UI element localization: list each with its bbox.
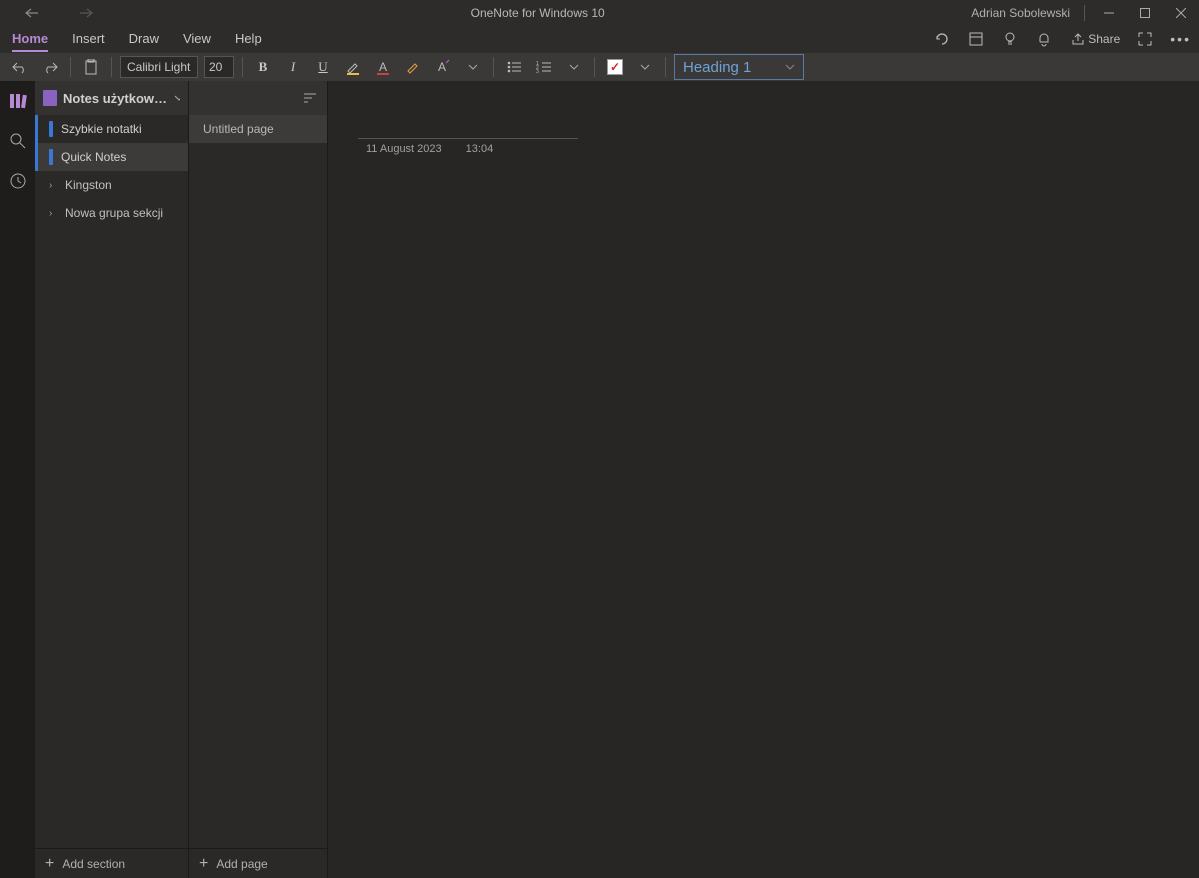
forward-button[interactable]: [68, 0, 104, 25]
minimize-button[interactable]: [1091, 0, 1127, 25]
share-label: Share: [1088, 32, 1120, 46]
app-title: OneNote for Windows 10: [104, 6, 971, 20]
svg-text:A: A: [379, 60, 387, 74]
user-name[interactable]: Adrian Sobolewski: [971, 6, 1078, 20]
recent-rail-icon[interactable]: [6, 169, 30, 193]
sort-pages-icon[interactable]: [303, 92, 317, 104]
back-button[interactable]: [14, 0, 50, 25]
separator: [665, 57, 666, 77]
section-group-label: Nowa grupa sekcji: [65, 206, 163, 220]
page-time: 13:04: [466, 143, 494, 155]
bullet-list-button[interactable]: [502, 55, 526, 79]
notifications-icon[interactable]: [1036, 31, 1052, 47]
section-item[interactable]: Quick Notes: [35, 143, 188, 171]
section-group-label: Kingston: [65, 178, 112, 192]
plus-icon: +: [199, 855, 208, 873]
separator: [70, 57, 71, 77]
lightbulb-icon[interactable]: [1002, 31, 1018, 47]
tab-home[interactable]: Home: [12, 27, 48, 52]
tab-view[interactable]: View: [183, 27, 211, 52]
undo-button[interactable]: [8, 55, 32, 79]
section-group[interactable]: › Kingston: [35, 171, 188, 199]
chevron-right-icon: ›: [49, 208, 57, 219]
add-page-label: Add page: [216, 857, 267, 871]
fullscreen-icon[interactable]: [1138, 32, 1152, 46]
list-dropdown[interactable]: [562, 55, 586, 79]
style-picker-label: Heading 1: [683, 59, 751, 76]
maximize-button[interactable]: [1127, 0, 1163, 25]
tab-help[interactable]: Help: [235, 27, 262, 52]
separator: [111, 57, 112, 77]
separator: [594, 57, 595, 77]
separator: [493, 57, 494, 77]
redo-button[interactable]: [38, 55, 62, 79]
separator: [242, 57, 243, 77]
tab-draw[interactable]: Draw: [129, 27, 159, 52]
page-label: Untitled page: [203, 122, 274, 136]
notebooks-rail-icon[interactable]: [6, 89, 30, 113]
chevron-down-icon: [174, 95, 180, 101]
format-painter-button[interactable]: A: [431, 55, 455, 79]
clear-format-button[interactable]: [401, 55, 425, 79]
svg-text:A: A: [438, 60, 446, 74]
section-color-icon: [49, 149, 53, 165]
page-date: 11 August 2023: [366, 143, 442, 155]
notebook-icon: [43, 90, 57, 106]
divider: [1084, 5, 1085, 21]
section-group[interactable]: › Nowa grupa sekcji: [35, 199, 188, 227]
number-list-button[interactable]: 123: [532, 55, 556, 79]
plus-icon: +: [45, 855, 54, 873]
font-size-input[interactable]: 20: [204, 56, 234, 78]
sync-icon[interactable]: [934, 31, 950, 47]
section-color-icon: [49, 121, 53, 137]
italic-button[interactable]: I: [281, 55, 305, 79]
font-name-input[interactable]: Calibri Light: [120, 56, 198, 78]
more-formatting-dropdown[interactable]: [461, 55, 485, 79]
underline-button[interactable]: U: [311, 55, 335, 79]
highlight-button[interactable]: [341, 55, 365, 79]
share-button[interactable]: Share: [1070, 32, 1120, 46]
more-icon[interactable]: •••: [1170, 31, 1191, 47]
paste-button[interactable]: [79, 55, 103, 79]
page-item[interactable]: Untitled page: [189, 115, 327, 143]
add-page-button[interactable]: + Add page: [189, 848, 327, 878]
close-button[interactable]: [1163, 0, 1199, 25]
notebook-name: Notes użytkownika Adrian: [63, 91, 168, 106]
bold-button[interactable]: B: [251, 55, 275, 79]
todo-dropdown[interactable]: [633, 55, 657, 79]
add-section-button[interactable]: + Add section: [35, 848, 188, 878]
tab-insert[interactable]: Insert: [72, 27, 105, 52]
style-picker[interactable]: Heading 1: [674, 54, 804, 80]
todo-tag-button[interactable]: ✓: [603, 55, 627, 79]
section-label: Szybkie notatki: [61, 122, 142, 136]
svg-text:3: 3: [536, 69, 539, 74]
open-in-desktop-icon[interactable]: [968, 31, 984, 47]
chevron-right-icon: ›: [49, 180, 57, 191]
note-canvas[interactable]: 11 August 2023 13:04: [328, 81, 1199, 878]
page-title-input[interactable]: [358, 111, 578, 139]
notebook-picker[interactable]: Notes użytkownika Adrian: [35, 81, 188, 115]
font-color-button[interactable]: A: [371, 55, 395, 79]
section-item[interactable]: Szybkie notatki: [35, 115, 188, 143]
add-section-label: Add section: [62, 857, 125, 871]
search-rail-icon[interactable]: [6, 129, 30, 153]
section-label: Quick Notes: [61, 150, 126, 164]
